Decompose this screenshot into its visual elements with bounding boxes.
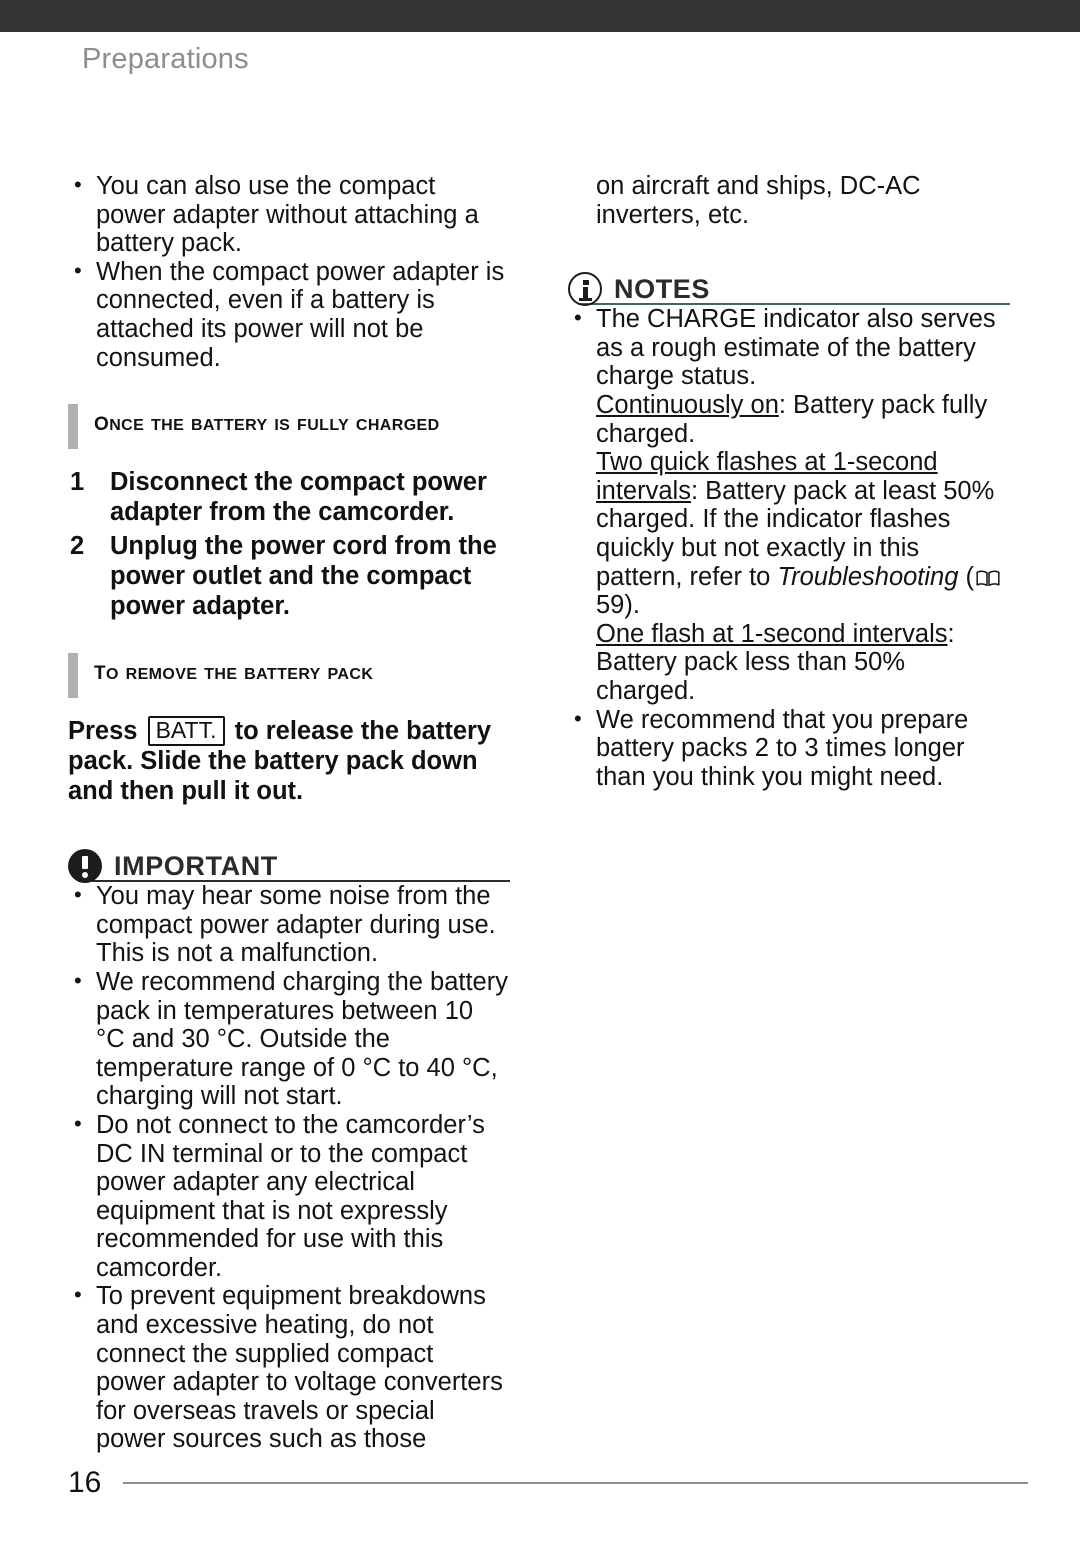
section-heading-label: To remove the battery pack: [94, 655, 374, 686]
exclamation-circle-icon: [68, 849, 102, 884]
top-decorative-bar: [0, 0, 1080, 32]
state-label-one-flash: One flash at 1-second intervals: [596, 619, 948, 648]
step-text: Unplug the power cord from the power out…: [110, 532, 497, 621]
important-callout: IMPORTANT You may hear some noise from t…: [68, 846, 510, 1454]
intro-bullet-list: You can also use the compact power adapt…: [68, 171, 508, 372]
list-item: The CHARGE indicator also serves as a ro…: [568, 304, 1008, 705]
step-number: 2: [70, 532, 85, 561]
page-number: 16: [68, 1466, 102, 1499]
list-item: 2 Unplug the power cord from the power o…: [68, 531, 508, 621]
heading-accent-bar: [68, 404, 78, 450]
reference-open-paren: (: [958, 562, 975, 591]
batt-key-button[interactable]: BATT.: [147, 716, 225, 747]
open-book-icon: [976, 565, 1000, 586]
notes-bullet-list: The CHARGE indicator also serves as a ro…: [568, 304, 1008, 792]
notes-callout-title: NOTES: [614, 273, 711, 304]
footer-rule: [123, 1482, 1028, 1484]
list-item: We recommend that you prepare battery pa…: [568, 705, 1008, 792]
list-item: You may hear some noise from the compact…: [68, 881, 508, 968]
section-heading-remove-battery: To remove the battery pack: [68, 653, 508, 699]
list-item: Do not connect to the camcorder’s DC IN …: [68, 1110, 508, 1283]
important-callout-title: IMPORTANT: [114, 850, 278, 881]
info-icon-dot: [582, 280, 589, 286]
troubleshooting-reference: Troubleshooting: [777, 562, 959, 591]
heading-accent-bar: [68, 653, 78, 699]
reference-page-number: 59).: [596, 591, 640, 620]
section-heading-label: Once the battery is fully charged: [94, 406, 440, 437]
remove-battery-instruction: Press BATT. to release the battery pack.…: [68, 716, 508, 806]
list-item: To prevent equipment breakdowns and exce…: [68, 1281, 508, 1454]
notes-callout: NOTES The CHARGE indicator also serves a…: [568, 269, 1010, 792]
page-footer: 16: [68, 1468, 1028, 1498]
info-icon-serif: [579, 298, 592, 302]
numbered-step-list: 1 Disconnect the compact power adapter f…: [68, 467, 508, 621]
list-item: You can also use the compact power adapt…: [68, 171, 508, 258]
instruction-lead-text: Press: [68, 717, 138, 746]
step-number: 1: [70, 468, 85, 497]
list-item: We recommend charging the battery pack i…: [68, 967, 508, 1111]
info-circle-icon: [568, 272, 602, 307]
continuation-paragraph: on aircraft and ships, DC-AC inverters, …: [596, 172, 921, 229]
list-item: 1 Disconnect the compact power adapter f…: [68, 467, 508, 527]
important-bullet-list: You may hear some noise from the compact…: [68, 881, 508, 1454]
state-label-continuously-on: Continuously on: [596, 390, 779, 419]
step-text: Disconnect the compact power adapter fro…: [110, 468, 487, 527]
charge-indicator-intro: The CHARGE indicator also serves as a ro…: [596, 305, 996, 391]
section-heading-once-charged: Once the battery is fully charged: [68, 404, 508, 450]
left-column: You can also use the compact power adapt…: [68, 171, 510, 1454]
right-column: on aircraft and ships, DC-AC inverters, …: [568, 172, 1010, 792]
running-head: Preparations: [82, 43, 249, 75]
list-item: When the compact power adapter is connec…: [68, 257, 508, 372]
